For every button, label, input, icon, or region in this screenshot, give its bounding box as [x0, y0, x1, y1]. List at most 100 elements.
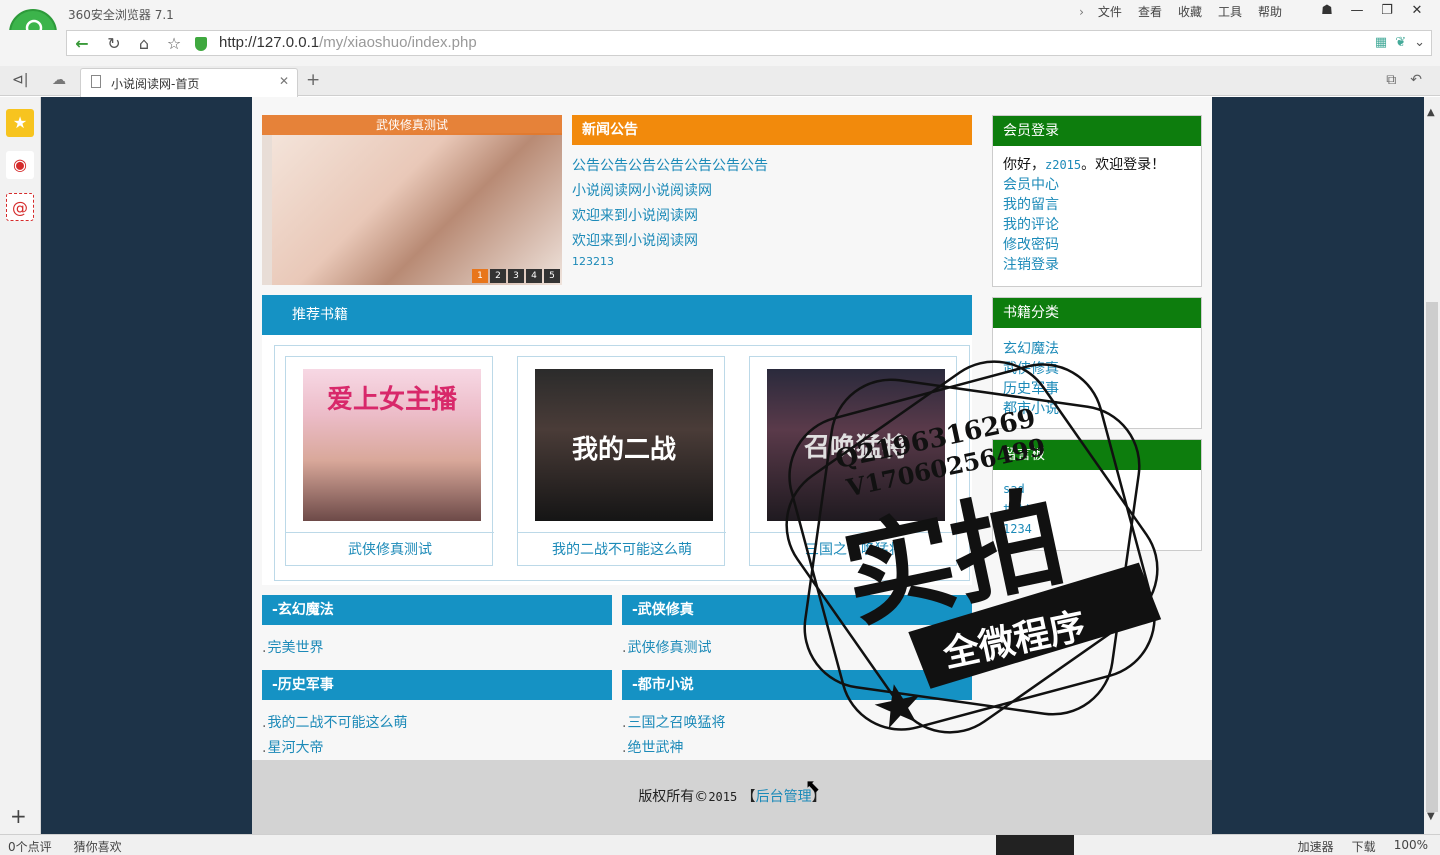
chevron-down-icon[interactable]: ⌄ [1414, 35, 1425, 50]
tab-bar: ⊲| ☁ 小说阅读网-首页 ✕ + ⧉ ↶ [0, 66, 1440, 97]
slider-image[interactable] [272, 133, 562, 285]
category-book-link[interactable]: 绝世武神 [622, 737, 725, 762]
news-item[interactable]: 欢迎来到小说阅读网 [572, 230, 768, 255]
category-book-link[interactable]: 星河大帝 [262, 737, 407, 762]
book-cover[interactable]: 召唤猛将 [767, 369, 945, 521]
image-slider[interactable]: 武侠修真测试 1 2 3 4 5 [262, 115, 562, 285]
sidebar-toggle-icon[interactable]: ⊲| [12, 72, 28, 88]
sidebar-add-icon[interactable]: + [10, 804, 27, 828]
admin-link[interactable]: 后台管理 [756, 789, 812, 805]
guestbook-panel: 留言板 sad tttt 1234 [992, 439, 1202, 551]
guestbook-heading: 留言板 [993, 440, 1201, 470]
slider-dot[interactable]: 5 [544, 269, 560, 283]
change-password-link[interactable]: 修改密码 [1003, 234, 1191, 254]
news-item[interactable]: 欢迎来到小说阅读网 [572, 205, 768, 230]
news-item[interactable]: 123213 [572, 255, 768, 280]
guestbook-message[interactable]: 1234 [1003, 522, 1191, 542]
scroll-down-icon[interactable]: ▼ [1427, 811, 1435, 822]
star-favorite-icon[interactable]: ☆ [163, 34, 185, 54]
guestbook-message[interactable]: tttt [1003, 502, 1191, 522]
book-title-link[interactable]: 三国之召唤猛将 [750, 532, 958, 566]
guestbook-message[interactable]: sad [1003, 482, 1191, 502]
category-link[interactable]: 武侠修真 [1003, 358, 1191, 378]
category-heading-urban: -都市小说 [622, 670, 972, 700]
menu-file[interactable]: 文件 [1090, 4, 1130, 20]
cloud-icon[interactable]: ☁ [52, 72, 66, 88]
qrcode-icon[interactable]: ▦ [1375, 35, 1387, 50]
slider-dot[interactable]: 4 [526, 269, 542, 283]
browser-sidebar: ★ ◉ @ + [0, 97, 41, 834]
home-icon[interactable]: ⌂ [133, 34, 155, 54]
scroll-up-icon[interactable]: ▲ [1427, 107, 1435, 118]
news-item[interactable]: 公告公告公告公告公告公告公告 [572, 155, 768, 180]
restore-tabs-icon[interactable]: ⧉ [1386, 72, 1396, 88]
recommended-heading: 推荐书籍 [262, 295, 972, 335]
menu-expand-icon[interactable]: › [1073, 4, 1090, 20]
minimize-button[interactable]: — [1342, 0, 1372, 22]
book-card: 爱上女主播 武侠修真测试 [285, 356, 494, 566]
tab-title: 小说阅读网-首页 [111, 77, 200, 91]
my-comments-link[interactable]: 我的评论 [1003, 214, 1191, 234]
recommend-status[interactable]: 猜你喜欢 [74, 838, 122, 855]
slider-dot[interactable]: 3 [508, 269, 524, 283]
cover-title: 我的二战 [571, 435, 676, 465]
download-button[interactable]: 下载 [1352, 838, 1376, 855]
undo-close-icon[interactable]: ↶ [1410, 72, 1422, 88]
book-title-link[interactable]: 武侠修真测试 [286, 532, 494, 566]
tab-bar-tools: ⧉ ↶ [1386, 72, 1422, 88]
maximize-button[interactable]: ❐ [1372, 0, 1402, 22]
my-messages-link[interactable]: 我的留言 [1003, 194, 1191, 214]
copyright-text: 版权所有© [638, 789, 709, 805]
zoom-level[interactable]: 100% [1394, 838, 1428, 855]
logout-link[interactable]: 注销登录 [1003, 254, 1191, 274]
member-center-link[interactable]: 会员中心 [1003, 174, 1191, 194]
category-link[interactable]: 都市小说 [1003, 398, 1191, 418]
book-card: 我的二战 我的二战不可能这么萌 [517, 356, 726, 566]
category-list-urban: 三国之召唤猛将 绝世武神 [622, 712, 725, 762]
category-list-fantasy: 完美世界 [262, 637, 323, 662]
category-list-history: 我的二战不可能这么萌 星河大帝 [262, 712, 407, 762]
tab-home[interactable]: 小说阅读网-首页 ✕ [80, 68, 298, 97]
book-cover[interactable]: 爱上女主播 [303, 369, 481, 521]
category-link[interactable]: 玄幻魔法 [1003, 338, 1191, 358]
favorites-star-icon[interactable]: ★ [6, 109, 34, 137]
new-tab-button[interactable]: + [306, 70, 320, 90]
category-link[interactable]: 历史军事 [1003, 378, 1191, 398]
close-window-button[interactable]: ✕ [1402, 0, 1432, 22]
leaf-icon[interactable]: ❦ [1395, 35, 1406, 50]
slider-dot[interactable]: 1 [472, 269, 488, 283]
page-scrollbar[interactable]: ▲ ▼ [1424, 97, 1440, 834]
category-book-link[interactable]: 我的二战不可能这么萌 [262, 712, 407, 737]
book-title-link[interactable]: 我的二战不可能这么萌 [518, 532, 726, 566]
menu-view[interactable]: 查看 [1130, 4, 1170, 20]
news-item[interactable]: 小说阅读网小说阅读网 [572, 180, 768, 205]
slider-dot[interactable]: 2 [490, 269, 506, 283]
slider-caption[interactable]: 武侠修真测试 [262, 115, 562, 135]
status-bar: 0个点评 猜你喜欢 加速器 下载 100% [0, 834, 1440, 855]
ime-toolbar[interactable] [996, 835, 1074, 855]
menu-favorites[interactable]: 收藏 [1170, 4, 1210, 20]
browser-titlebar: 360安全浏览器 7.1 › 文件 查看 收藏 工具 帮助 ☗ — ❐ ✕ [0, 0, 1440, 30]
skin-icon[interactable]: ☗ [1312, 0, 1342, 22]
weibo-icon[interactable]: ◉ [6, 151, 34, 179]
copyright-year: 2015 [708, 790, 738, 804]
url-text[interactable]: http://127.0.0.1/my/xiaoshuo/index.php [219, 34, 477, 51]
back-arrow-icon[interactable]: ← [71, 34, 93, 54]
scrollbar-thumb[interactable] [1426, 302, 1438, 812]
menu-tools[interactable]: 工具 [1210, 4, 1250, 20]
category-book-link[interactable]: 完美世界 [262, 637, 323, 662]
book-cover[interactable]: 我的二战 [535, 369, 713, 521]
page-footer: 版权所有©2015 【后台管理】 [252, 760, 1212, 834]
menu-help[interactable]: 帮助 [1250, 4, 1290, 20]
member-login-heading: 会员登录 [993, 116, 1201, 146]
refresh-icon[interactable]: ↻ [103, 34, 125, 54]
mail-icon[interactable]: @ [6, 193, 34, 221]
category-book-link[interactable]: 三国之召唤猛将 [622, 712, 725, 737]
address-bar[interactable]: ← ↻ ⌂ ☆ http://127.0.0.1/my/xiaoshuo/ind… [66, 30, 1432, 56]
accelerator-button[interactable]: 加速器 [1298, 838, 1334, 855]
tab-close-icon[interactable]: ✕ [279, 74, 289, 88]
book-categories-panel: 书籍分类 玄幻魔法 武侠修真 历史军事 都市小说 [992, 297, 1202, 429]
category-book-link[interactable]: 武侠修真测试 [622, 637, 711, 662]
comments-status[interactable]: 0个点评 [8, 838, 52, 855]
security-shield-icon[interactable] [195, 37, 207, 51]
